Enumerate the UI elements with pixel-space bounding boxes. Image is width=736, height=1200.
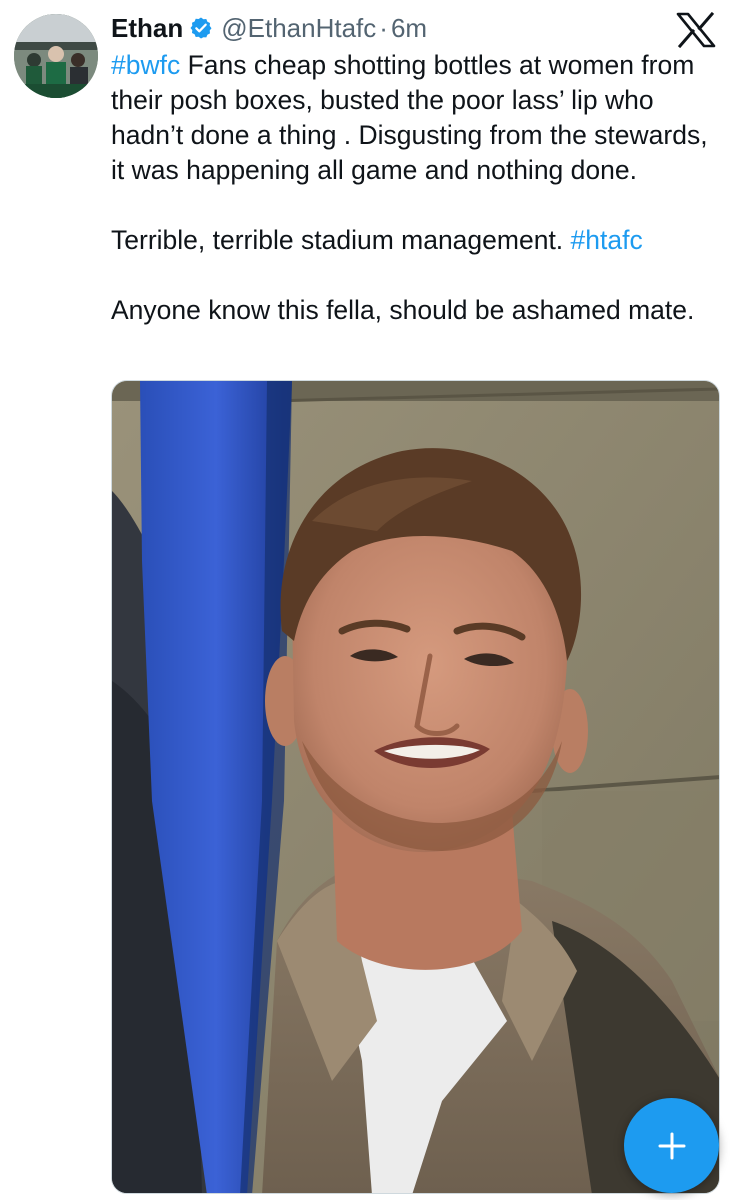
tweet-paragraph-3-text: Anyone know this fella, should be ashame… [111,295,695,325]
tweet-paragraph-1: #bwfc Fans cheap shotting bottles at wom… [111,48,721,188]
avatar-image [14,14,98,98]
photo-image [112,381,719,1193]
hashtag-htafc[interactable]: #htafc [571,225,643,255]
tweet-paragraph-1-text: Fans cheap shotting bottles at women fro… [111,50,708,185]
compose-button[interactable] [624,1098,719,1193]
tweet-paragraph-3: Anyone know this fella, should be ashame… [111,293,721,328]
separator-dot: · [379,12,388,43]
tweet-text: #bwfc Fans cheap shotting bottles at wom… [111,48,721,328]
timestamp[interactable]: 6m [391,13,427,44]
verified-badge-icon [189,16,213,40]
plus-icon [658,1132,685,1159]
tweet-paragraph-2-text: Terrible, terrible stadium management. [111,225,571,255]
tweet-paragraph-2: Terrible, terrible stadium management. #… [111,223,721,258]
tweet-photo[interactable] [111,380,720,1194]
author-handle[interactable]: @EthanHtafc [221,13,376,44]
author-name[interactable]: Ethan [111,13,183,44]
avatar[interactable] [14,14,98,98]
tweet-header: Ethan @EthanHtafc · 6m [111,10,427,46]
x-logo-icon[interactable] [676,11,716,49]
hashtag-bwfc[interactable]: #bwfc [111,50,180,80]
